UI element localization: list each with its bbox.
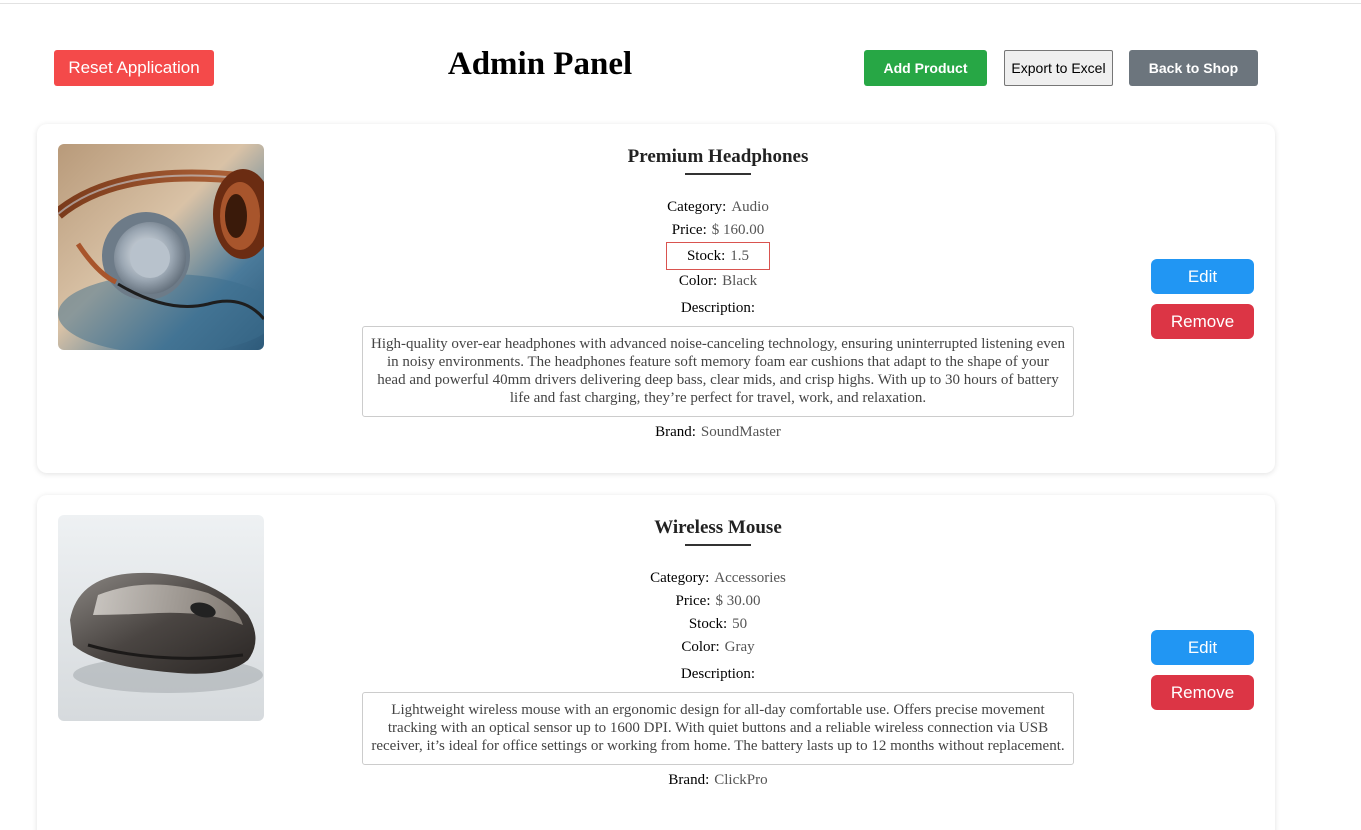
product-name: Wireless Mouse bbox=[654, 517, 782, 538]
color-value: Gray bbox=[724, 639, 755, 655]
brand-row: Brand: ClickPro bbox=[362, 770, 1074, 790]
product-name: Premium Headphones bbox=[627, 146, 809, 167]
product-fields: Category: Audio Price: $ 160.00 Stock: 1.5 … bbox=[362, 196, 1074, 293]
stock-value: 1.5 bbox=[730, 248, 750, 264]
price-value: $ 30.00 bbox=[715, 593, 761, 609]
category-value: Audio bbox=[731, 199, 769, 215]
brand-row: Brand: SoundMaster bbox=[362, 422, 1074, 442]
price-label: Price: bbox=[671, 222, 707, 238]
category-label: Category: bbox=[667, 199, 727, 215]
reset-application-button[interactable]: Reset Application bbox=[54, 50, 214, 86]
remove-button[interactable]: Remove bbox=[1151, 675, 1254, 710]
stock-value: 50 bbox=[732, 616, 748, 632]
brand-label: Brand: bbox=[655, 424, 696, 440]
product-card: Wireless Mouse Category: Accessories Pric… bbox=[37, 495, 1275, 830]
mouse-photo-icon bbox=[58, 515, 264, 721]
name-underline bbox=[685, 173, 751, 175]
stock-highlight-box: Stock: 1.5 bbox=[665, 242, 771, 270]
price-row: Price: $ 30.00 bbox=[362, 590, 1074, 613]
product-info: Premium Headphones Category: Audio Price:… bbox=[362, 124, 1074, 442]
headphones-photo-icon bbox=[58, 144, 264, 350]
product-card: Premium Headphones Category: Audio Price:… bbox=[37, 124, 1275, 473]
product-image-mouse bbox=[58, 515, 264, 721]
description-box: Lightweight wireless mouse with an ergon… bbox=[362, 692, 1074, 765]
color-label: Color: bbox=[678, 273, 718, 289]
description-label: Description: bbox=[680, 666, 756, 682]
stock-label: Stock: bbox=[688, 616, 728, 632]
product-info: Wireless Mouse Category: Accessories Pric… bbox=[362, 495, 1074, 790]
product-image-headphones bbox=[58, 144, 264, 350]
description-label: Description: bbox=[680, 300, 756, 316]
page-title: Admin Panel bbox=[447, 46, 633, 82]
brand-value: ClickPro bbox=[714, 772, 768, 788]
category-row: Category: Accessories bbox=[362, 567, 1074, 590]
price-label: Price: bbox=[675, 593, 711, 609]
description-box: High-quality over-ear headphones with ad… bbox=[362, 326, 1074, 417]
back-to-shop-button[interactable]: Back to Shop bbox=[1129, 50, 1258, 86]
category-row: Category: Audio bbox=[362, 196, 1074, 219]
price-row: Price: $ 160.00 bbox=[362, 219, 1074, 242]
product-fields: Category: Accessories Price: $ 30.00 Stock… bbox=[362, 567, 1074, 659]
color-value: Black bbox=[722, 273, 758, 289]
edit-button[interactable]: Edit bbox=[1151, 630, 1254, 665]
category-value: Accessories bbox=[714, 570, 786, 586]
price-value: $ 160.00 bbox=[711, 222, 765, 238]
admin-header: Reset Application Admin Panel Add Produc… bbox=[0, 0, 1361, 110]
stock-row: Stock: 1.5 bbox=[362, 242, 1074, 270]
remove-button[interactable]: Remove bbox=[1151, 304, 1254, 339]
edit-button[interactable]: Edit bbox=[1151, 259, 1254, 294]
stock-label: Stock: bbox=[686, 248, 726, 264]
color-row: Color: Black bbox=[362, 270, 1074, 293]
brand-value: SoundMaster bbox=[700, 424, 781, 440]
name-underline bbox=[685, 544, 751, 546]
color-label: Color: bbox=[681, 639, 720, 655]
category-label: Category: bbox=[650, 570, 710, 586]
add-product-button[interactable]: Add Product bbox=[864, 50, 987, 86]
brand-label: Brand: bbox=[668, 772, 710, 788]
color-row: Color: Gray bbox=[362, 636, 1074, 659]
stock-row: Stock: 50 bbox=[362, 613, 1074, 636]
export-to-excel-button[interactable]: Export to Excel bbox=[1004, 50, 1113, 86]
